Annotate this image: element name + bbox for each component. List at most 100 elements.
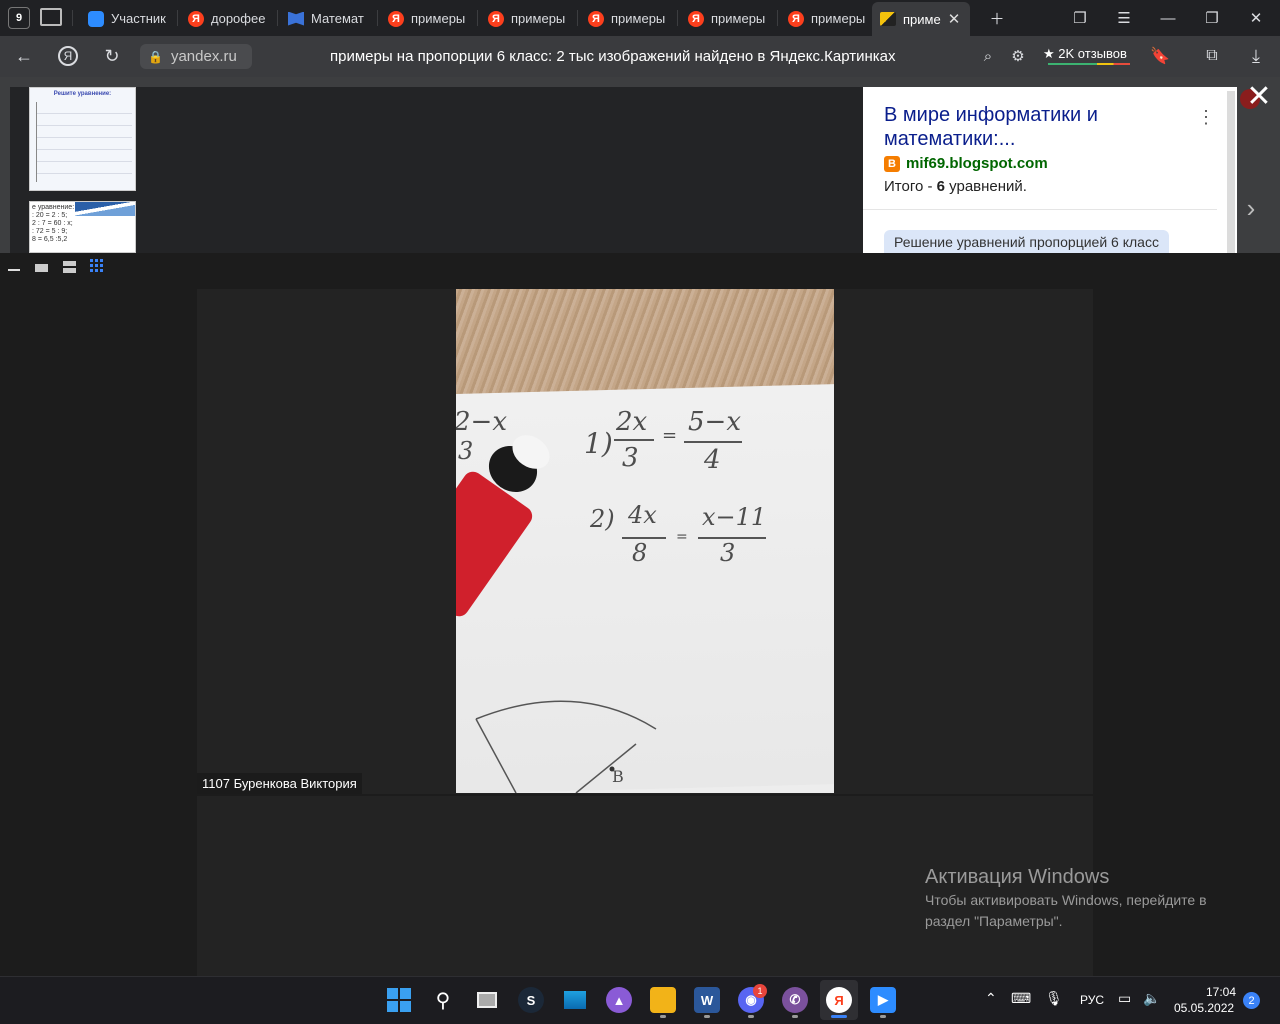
reload-icon[interactable]: ↻ [100,44,124,68]
keyboard-icon[interactable]: ⌨ [1011,990,1031,1007]
alice-icon[interactable]: ▲ [606,987,632,1013]
zoom-lens-icon[interactable]: ⌕ [976,44,1000,68]
card-summary: Итого - 6 уравнений. [884,178,1027,195]
eq1-left-denominator: 3 [622,443,639,473]
back-arrow-icon[interactable]: ← [12,44,36,68]
tab-yandex-3[interactable]: Я примеры [480,5,574,32]
language-indicator[interactable]: РУС [1080,993,1104,1007]
zoom-icon [88,10,104,27]
browser-tab-bar: 9 Участник Я дорофее Математ Я примеры Я… [0,0,1280,36]
running-indicator [660,1015,666,1018]
eq2-number: 2) [590,505,615,533]
eq1-number: 1) [584,427,613,460]
wooden-table [456,289,834,394]
reviews-button[interactable]: ★ 2K отзывов [1043,46,1127,62]
geometry-sketch [475,700,657,793]
page-title[interactable]: примеры на пропорции 6 класс: 2 тыс изоб… [330,48,896,65]
yandex-icon: Я [488,10,504,27]
active-indicator [831,1015,847,1018]
thumbnail-title: Решите уравнение: [53,91,112,97]
tab-yandex-4[interactable]: Я примеры [580,5,674,32]
domain-chip[interactable]: 🔒 yandex.ru [140,44,252,69]
close-window-icon[interactable]: ✕ [1244,6,1268,30]
images-icon [880,12,896,26]
image-info-card: В мире информатики и математики:... ⋮ B … [863,87,1237,254]
thumbnail-1[interactable]: Решите уравнение: [29,87,136,191]
tab-label: Математ [311,11,364,26]
tab-yandex-2[interactable]: Я примеры [380,5,474,32]
tab-label: примеры [811,11,866,26]
thumbnail-2[interactable]: е уравнение: : 20 = 2 : 5; 2 : 7 = 60 : … [29,201,136,253]
card-title[interactable]: В мире информатики и математики:... [884,103,1184,151]
file-explorer-icon[interactable] [650,987,676,1013]
reviews-rating-bar [1048,63,1130,65]
network-icon[interactable]: ▭ [1118,990,1131,1007]
fraction-bar [684,441,742,443]
running-indicator [704,1015,710,1018]
minimize-icon[interactable]: — [1156,6,1180,30]
volume-icon[interactable]: 🔈 [1143,990,1160,1007]
domain-text: yandex.ru [170,48,237,65]
menu-icon[interactable]: ☰ [1112,6,1136,30]
card-source[interactable]: B mif69.blogspot.com [884,155,1048,172]
tab-images-active[interactable]: приме ✕ [872,2,970,36]
clock-time[interactable]: 17:04 [1196,985,1236,999]
running-indicator [792,1015,798,1018]
card-tag[interactable]: Решение уравнений пропорцией 6 класс [884,230,1169,254]
word-icon[interactable]: W [694,987,720,1013]
card-scrollbar[interactable] [1227,91,1235,253]
minimize-view-icon[interactable] [7,259,23,275]
tab-counter[interactable]: 9 [8,7,30,29]
gallery-view-icon[interactable] [90,259,106,275]
tab-collections-icon[interactable]: ❐ [1068,6,1092,30]
card-divider [863,209,1217,210]
yandex-browser-icon[interactable]: Я [826,987,852,1013]
eq2-right-denominator: 3 [720,539,736,567]
tab-yandex-1[interactable]: Я дорофее [180,5,274,32]
lock-icon: 🔒 [148,49,163,64]
yandex-icon: Я [388,10,404,27]
tab-zoom[interactable]: Участник [80,5,174,32]
speaker-view-icon[interactable] [34,259,50,275]
collections-icon[interactable]: ⧉ [1200,44,1224,68]
close-viewer-icon[interactable]: ✕ [1245,80,1273,113]
new-tab-folder-icon[interactable] [40,8,62,26]
microphone-icon[interactable]: 🎙 [1045,990,1063,1007]
desktop-app-icon[interactable] [562,987,588,1013]
viber-icon[interactable]: ✆ [782,987,808,1013]
steam-icon[interactable]: S [518,987,544,1013]
zoom-app-icon[interactable]: ▶ [870,987,896,1013]
strip-view-icon[interactable] [62,259,78,275]
tab-yandex-5[interactable]: Я примеры [680,5,774,32]
address-bar: ← Я ↻ 🔒 yandex.ru примеры на пропорции 6… [0,36,1280,104]
task-view-icon[interactable] [474,987,500,1013]
clock-date[interactable]: 05.05.2022 [1174,1001,1234,1015]
search-icon[interactable]: ⚲ [430,987,456,1013]
close-tab-icon[interactable]: ✕ [948,10,961,28]
next-image-arrow-icon[interactable]: › [1238,190,1264,226]
new-tab-plus-icon[interactable]: ＋ [985,6,1009,30]
start-windows-icon[interactable] [386,987,412,1013]
chevron-up-icon[interactable]: ⌃ [985,990,997,1007]
reviews-label: 2K отзывов [1058,46,1127,61]
eq2-right-numerator: x−11 [702,503,767,531]
point-label: B [612,767,624,786]
thumbnail-equations [36,102,132,182]
restore-icon[interactable]: ❐ [1200,6,1224,30]
side-denominator: 3 [458,437,474,465]
yandex-logo-icon[interactable]: Я [56,44,80,68]
tab-yandex-6[interactable]: Я примеры [780,5,870,32]
eq1-right-denominator: 4 [704,445,721,475]
eq1-equals: = [662,425,678,446]
side-expression: 2−x [456,407,507,437]
thumbnail-text: е уравнение: : 20 = 2 : 5; 2 : 7 = 60 : … [32,204,75,243]
thumbnail-banner [75,202,135,216]
tab-label: Участник [111,11,166,26]
download-icon[interactable]: ⤓ [1244,44,1268,68]
bookmark-icon[interactable]: 🔖 [1148,44,1172,68]
eq1-right-numerator: 5−x [688,407,741,437]
tab-math[interactable]: Математ [280,5,374,32]
notification-badge[interactable]: 2 [1243,992,1260,1009]
more-options-icon[interactable]: ⋮ [1197,107,1215,128]
extension-icon[interactable]: ⚙ [1006,44,1030,68]
